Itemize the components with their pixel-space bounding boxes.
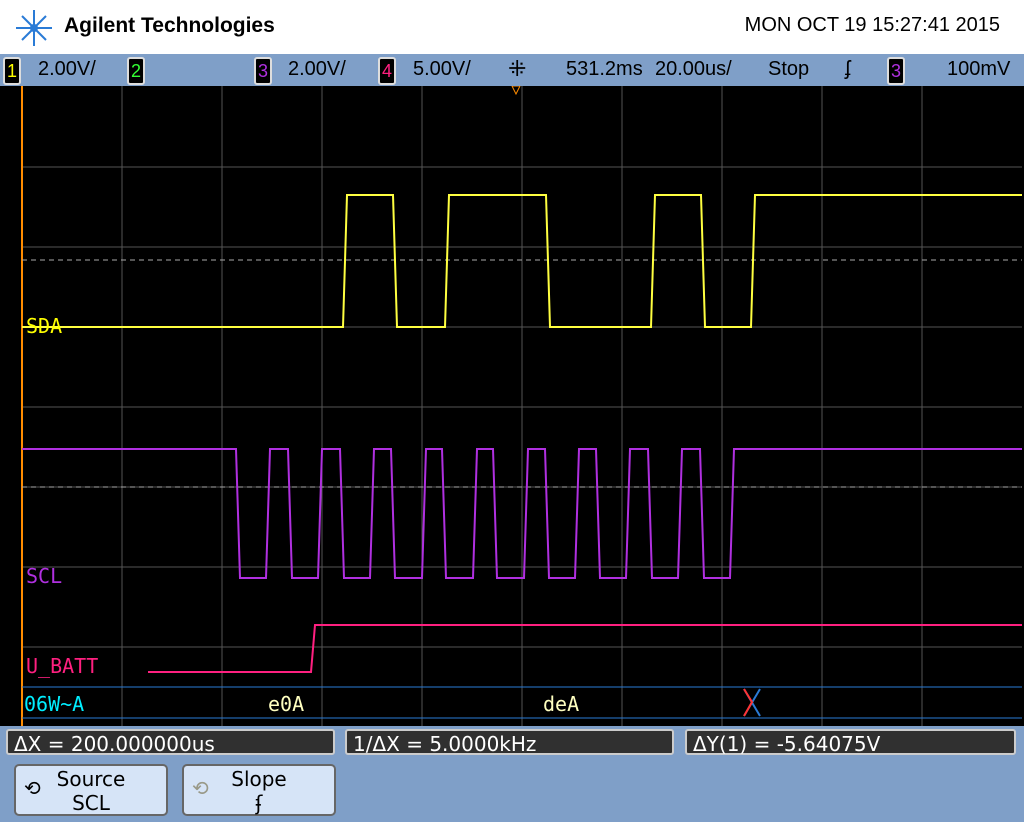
ubatt-trace [148,624,1022,673]
run-state: Stop [768,58,810,80]
scl-label: SCL [26,564,63,588]
datetime: MON OCT 19 15:27:41 2015 [744,14,1000,36]
decode-packet-3: deA [543,692,580,716]
trigger-slope-icon: ʄ [845,58,851,80]
ch3-scale: 2.00V/ [288,58,346,80]
ch2-badge[interactable]: 2 [127,57,145,85]
graticule [21,85,1022,726]
ch1-scale: 2.00V/ [38,58,96,80]
inverse-delta-x-readout: 1/ΔX = 5.0000kHz [345,729,674,756]
trigger-position-marker [511,85,521,96]
trigger-source[interactable]: 3 [887,57,905,85]
timebase: 20.00us/ [655,58,732,80]
rotate-knob-icon: ⟲ [192,776,209,800]
status-bar: 1 2.00V/ 2 3 2.00V/ 4 5.00V/ ⁜ 531.2ms 2… [0,54,1024,86]
ch4-badge[interactable]: 4 [378,57,396,85]
slope-softkey[interactable]: ⟲ Slope ʄ [182,764,336,816]
trigger-level: 100mV [947,58,1011,80]
waveform-display[interactable]: SDA SCL U_BATT 06W~A e0A deA [0,85,1024,726]
rotate-knob-icon: ⟲ [24,776,41,800]
delay: 531.2ms [566,58,643,80]
ubatt-label: U_BATT [26,654,99,678]
agilent-logo-icon [16,10,52,46]
header: Agilent Technologies MON OCT 19 15:27:41… [0,0,1024,54]
decode-packet-1: 06W~A [24,692,85,716]
sda-label: SDA [26,314,63,338]
delta-y-readout: ΔY(1) = -5.64075V [685,729,1016,756]
brand: Agilent Technologies [64,14,275,37]
ch3-badge[interactable]: 3 [254,57,272,85]
decode-packet-2: e0A [268,692,305,716]
ch4-scale: 5.00V/ [413,58,471,80]
delay-icon: ⁜ [508,56,527,81]
source-softkey[interactable]: ⟲ Source SCL [14,764,168,816]
decode-marker-red [743,688,754,717]
delta-x-readout: ΔX = 200.000000us [6,729,335,756]
ch1-badge[interactable]: 1 [3,57,21,85]
